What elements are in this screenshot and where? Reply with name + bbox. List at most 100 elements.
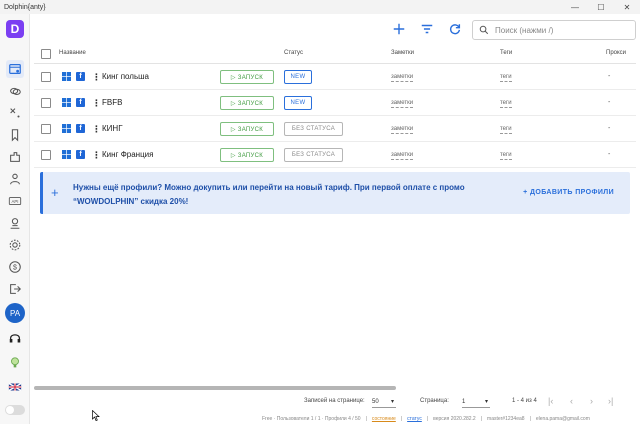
search-icon — [479, 25, 489, 35]
settings-icon[interactable] — [6, 236, 24, 254]
close-button[interactable]: ✕ — [614, 0, 640, 14]
chevron-down-icon: ▾ — [390, 399, 394, 405]
proxy-value[interactable]: - — [608, 73, 610, 80]
run-button[interactable]: ▷ ЗАПУСК — [220, 96, 274, 110]
tags-link[interactable]: теги — [500, 152, 512, 160]
search-input[interactable] — [495, 25, 625, 35]
table-row[interactable]: f ⋮ Кинг Франция ▷ ЗАПУСК БЕЗ СТАТУСА за… — [34, 142, 636, 168]
run-button[interactable]: ▷ ЗАПУСК — [220, 148, 274, 162]
profile-name[interactable]: Кинг Франция — [102, 150, 153, 159]
page-select[interactable]: 1 ▾ — [462, 396, 490, 408]
header-proxy[interactable]: Прокси — [606, 50, 626, 56]
notes-link[interactable]: заметки — [391, 126, 414, 134]
prev-page-icon[interactable]: ‹ — [570, 396, 573, 406]
logout-icon[interactable] — [6, 280, 24, 298]
filter-button[interactable] — [418, 20, 436, 38]
status-badge[interactable]: NEW — [284, 70, 312, 84]
tags-link[interactable]: теги — [500, 100, 512, 108]
row-checkbox[interactable] — [41, 124, 51, 134]
next-page-icon[interactable]: › — [590, 396, 593, 406]
browser-profiles-icon[interactable] — [6, 60, 24, 78]
more-options-icon[interactable]: ⋮ — [92, 72, 101, 82]
header-name[interactable]: Название — [59, 50, 86, 56]
horizontal-scrollbar[interactable] — [34, 386, 396, 390]
last-page-icon[interactable]: ›| — [608, 396, 613, 406]
bookmarks-icon[interactable] — [6, 126, 24, 144]
table-row[interactable]: f ⋮ FBFB ▷ ЗАПУСК NEW заметки теги - — [34, 90, 636, 116]
windows-icon — [62, 124, 71, 133]
svg-text:API: API — [11, 199, 18, 204]
language-flag-icon[interactable] — [6, 378, 24, 396]
facebook-icon: f — [76, 72, 85, 81]
more-options-icon[interactable]: ⋮ — [92, 98, 101, 108]
facebook-icon: f — [76, 150, 85, 159]
windows-icon — [62, 98, 71, 107]
notes-link[interactable]: заметки — [391, 74, 414, 82]
row-checkbox[interactable] — [41, 98, 51, 108]
promo-banner: + Нужны ещё профили? Можно докупить или … — [40, 172, 630, 214]
add-profile-button[interactable] — [390, 20, 408, 38]
add-profiles-button[interactable]: + ДОБАВИТЬ ПРОФИЛИ — [523, 189, 614, 196]
more-options-icon[interactable]: ⋮ — [92, 124, 101, 134]
page-value: 1 — [462, 398, 466, 405]
status-badge[interactable]: БЕЗ СТАТУСА — [284, 148, 343, 162]
chevron-down-icon: ▾ — [484, 399, 488, 405]
window-title: Dolphin{anty} — [4, 3, 46, 11]
profile-name[interactable]: Кинг польша — [102, 72, 149, 81]
row-checkbox[interactable] — [41, 72, 51, 82]
header-tags[interactable]: Теги — [500, 50, 512, 56]
scenario-icon[interactable] — [6, 214, 24, 232]
proxy-value[interactable]: - — [608, 125, 610, 132]
tags-link[interactable]: теги — [500, 74, 512, 82]
status-link[interactable]: статус — [407, 416, 422, 422]
notes-link[interactable]: заметки — [391, 152, 414, 160]
more-options-icon[interactable]: ⋮ — [92, 150, 101, 160]
status-badge[interactable]: NEW — [284, 96, 312, 110]
header-status[interactable]: Статус — [284, 50, 303, 56]
first-page-icon[interactable]: |‹ — [548, 396, 553, 406]
profile-name[interactable]: КИНГ — [102, 124, 123, 133]
search-box[interactable] — [472, 20, 636, 40]
billing-icon[interactable]: $ — [6, 258, 24, 276]
extensions-icon[interactable] — [6, 148, 24, 166]
minimize-button[interactable]: — — [562, 0, 588, 14]
notes-link[interactable]: заметки — [391, 100, 414, 108]
build-info: master#1234ea8 — [487, 416, 525, 422]
theme-toggle[interactable] — [5, 405, 25, 415]
api-icon[interactable]: API — [6, 192, 24, 210]
state-link[interactable]: состояние — [372, 416, 396, 422]
team-icon[interactable] — [6, 170, 24, 188]
status-badge[interactable]: БЕЗ СТАТУСА — [284, 122, 343, 136]
proxy-value[interactable]: - — [608, 151, 610, 158]
windows-icon — [62, 72, 71, 81]
profile-name[interactable]: FBFB — [102, 98, 122, 107]
status-footer: Free · Пользователи 1 / 1 · Профили 4 / … — [262, 416, 590, 422]
mouse-cursor-icon — [92, 410, 100, 421]
user-email: elena.pama@gmail.com — [535, 416, 590, 422]
tags-link[interactable]: теги — [500, 126, 512, 134]
header-notes[interactable]: Заметки — [391, 50, 414, 56]
plan-info: Free · Пользователи 1 / 1 · Профили 4 / … — [262, 416, 361, 422]
cloud-sync-icon[interactable] — [6, 82, 24, 100]
run-button[interactable]: ▷ ЗАПУСК — [220, 70, 274, 84]
run-button[interactable]: ▷ ЗАПУСК — [220, 122, 274, 136]
table-row[interactable]: f ⋮ КИНГ ▷ ЗАПУСК БЕЗ СТАТУСА заметки те… — [34, 116, 636, 142]
page-label: Страница: — [420, 398, 449, 404]
table-row[interactable]: f ⋮ Кинг польша ▷ ЗАПУСК NEW заметки тег… — [34, 64, 636, 90]
per-page-select[interactable]: 50 ▾ — [372, 396, 396, 408]
title-bar: Dolphin{anty} — ☐ ✕ — [0, 0, 640, 14]
refresh-button[interactable] — [446, 20, 464, 38]
facebook-icon: f — [76, 98, 85, 107]
dolphin-logo[interactable]: D — [6, 20, 24, 38]
proxy-value[interactable]: - — [608, 99, 610, 106]
support-icon[interactable] — [6, 330, 24, 348]
row-checkbox[interactable] — [41, 150, 51, 160]
table-header: Название Статус Заметки Теги Прокси — [34, 44, 636, 64]
maximize-button[interactable]: ☐ — [588, 0, 614, 14]
windows-icon — [62, 150, 71, 159]
avatar[interactable]: PA — [5, 303, 25, 323]
sidebar: D API $ PA — [0, 14, 30, 424]
proxy-icon[interactable] — [6, 104, 24, 122]
select-all-checkbox[interactable] — [41, 49, 51, 59]
tips-icon[interactable] — [6, 354, 24, 372]
